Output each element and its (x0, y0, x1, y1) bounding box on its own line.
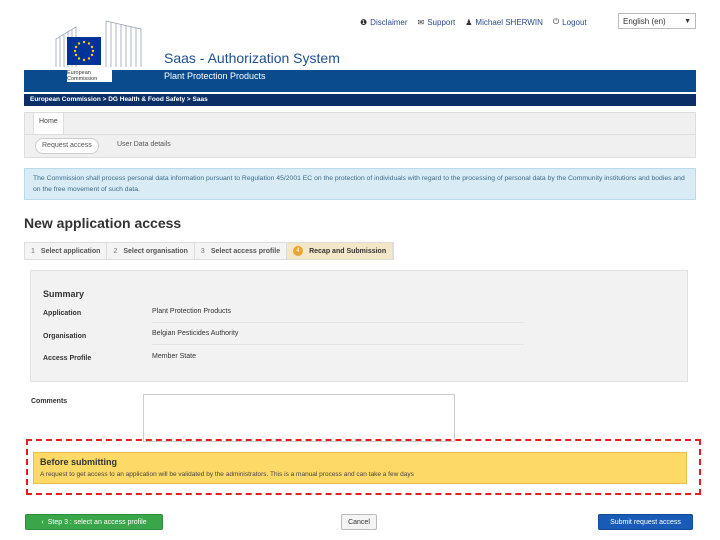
submit-request-button[interactable]: Submit request access (598, 514, 693, 530)
step-label: Select organisation (123, 247, 188, 255)
comments-label: Comments (31, 398, 68, 405)
breadcrumb[interactable]: European Commission > DG Health & Food S… (24, 94, 696, 106)
step-select-access-profile[interactable]: 3 Select access profile (194, 243, 288, 259)
user-icon: ♟ (465, 17, 473, 27)
before-submitting-warning: Before submitting A request to get acces… (33, 452, 687, 484)
language-select[interactable]: English (en) ▼ (618, 13, 696, 29)
logo-label: European Commission (67, 70, 112, 82)
subnav-user-data-details[interactable]: User Data details (117, 141, 171, 148)
chevron-down-icon: ▼ (684, 17, 691, 25)
step-number: 1 (31, 247, 35, 255)
summary-label-access-profile: Access Profile (43, 355, 92, 362)
back-step-button[interactable]: ‹ Step 3 : select an access profile (25, 514, 163, 530)
info-icon: ❶ (360, 17, 368, 27)
warning-text: A request to get access to an applicatio… (40, 471, 414, 478)
step-select-application[interactable]: 1 Select application (25, 243, 108, 259)
summary-title: Summary (43, 289, 85, 299)
user-link[interactable]: ♟ Michael SHERWIN (465, 18, 543, 27)
support-link[interactable]: ✉ Support (418, 18, 456, 27)
wizard-steps: 1 Select application 2 Select organisati… (24, 242, 395, 260)
summary-label-application: Application (43, 310, 82, 317)
language-value: English (en) (623, 16, 666, 26)
summary-divider (152, 344, 524, 345)
logout-label: Logout (562, 17, 587, 27)
support-label: Support (427, 17, 456, 27)
cancel-button[interactable]: Cancel (341, 514, 377, 530)
summary-value-application: Plant Protection Products (152, 308, 231, 315)
ec-logo[interactable] (40, 17, 152, 67)
summary-label-organisation: Organisation (43, 333, 87, 340)
support-icon: ✉ (417, 17, 425, 27)
app-title: Saas - Authorization System (164, 50, 340, 66)
step-number: 4 (293, 246, 304, 256)
comments-textarea[interactable] (143, 394, 455, 442)
summary-value-organisation: Belgian Pesticides Authority (152, 330, 239, 337)
subnav-request-access[interactable]: Request access (35, 138, 99, 154)
tab-home[interactable]: Home (33, 113, 64, 134)
disclaimer-link[interactable]: ❶ Disclaimer (360, 18, 408, 27)
logout-link[interactable]: ⏻ Logout (553, 17, 587, 27)
step-number: 2 (113, 247, 118, 255)
power-icon: ⏻ (552, 17, 560, 26)
summary-panel: Summary Application Plant Protection Pro… (30, 270, 688, 382)
app-subtitle-bar: Plant Protection Products (24, 70, 696, 92)
summary-value-access-profile: Member State (152, 353, 196, 360)
warning-title: Before submitting (40, 457, 118, 467)
page-title: New application access (24, 215, 182, 231)
eu-flag-icon (67, 37, 101, 65)
step-label: Select application (40, 247, 101, 255)
user-label: Michael SHERWIN (475, 17, 543, 27)
app-subtitle: Plant Protection Products (164, 71, 266, 81)
step-label: Select access profile (210, 247, 281, 255)
step-recap-and-submission[interactable]: 4 Recap and Submission (287, 243, 394, 259)
chevron-left-icon: ‹ (41, 518, 44, 526)
disclaimer-label: Disclaimer (370, 17, 408, 27)
step-number: 3 (200, 247, 205, 255)
privacy-info-banner: The Commission shall process personal da… (24, 168, 696, 200)
nav-divider (25, 134, 695, 135)
summary-divider (152, 322, 524, 323)
step-label: Recap and Submission (309, 247, 387, 255)
back-button-label: Step 3 : select an access profile (47, 518, 147, 526)
step-select-organisation[interactable]: 2 Select organisation (107, 243, 195, 259)
navigation-panel: Home Request access User Data details (24, 112, 696, 158)
